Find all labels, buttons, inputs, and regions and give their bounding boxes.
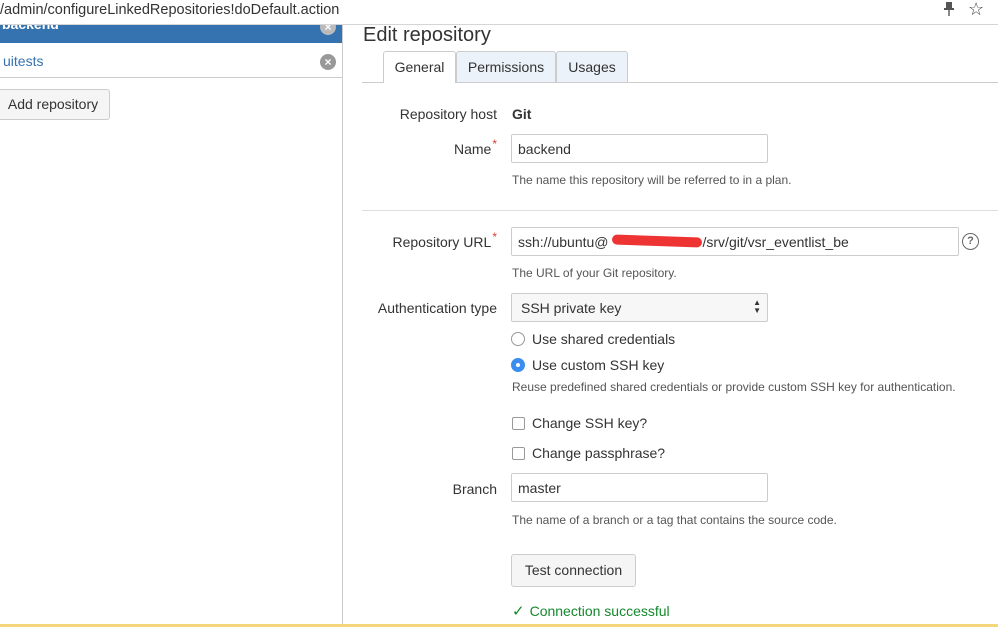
add-repository-button[interactable]: Add repository: [0, 89, 110, 120]
custom-ssh-key-label[interactable]: Use custom SSH key: [532, 357, 664, 373]
checkmark-icon: ✓: [512, 603, 525, 620]
change-passphrase-checkbox[interactable]: [512, 447, 525, 460]
sidebar-item-uitests[interactable]: uitests ×: [0, 45, 342, 78]
shared-credentials-label[interactable]: Use shared credentials: [532, 331, 675, 347]
sidebar-item-backend[interactable]: backend ×: [0, 25, 342, 43]
repository-url-description: The URL of your Git repository.: [512, 266, 677, 280]
remove-icon[interactable]: ×: [320, 54, 336, 70]
repository-sidebar: backend × uitests × Add repository: [0, 25, 343, 627]
radio-shared-credentials[interactable]: [511, 332, 525, 346]
authentication-type-value: SSH private key: [521, 300, 622, 316]
tab-general[interactable]: General: [383, 51, 456, 83]
remove-icon[interactable]: ×: [320, 25, 336, 35]
change-ssh-key-label[interactable]: Change SSH key?: [532, 415, 647, 431]
branch-description: The name of a branch or a tag that conta…: [512, 513, 837, 527]
name-field[interactable]: backend: [511, 134, 768, 163]
branch-label: Branch: [452, 481, 497, 497]
authentication-type-select[interactable]: SSH private key ▲ ▼: [511, 293, 768, 322]
tab-usages[interactable]: Usages: [556, 51, 628, 82]
tab-bar: General Permissions Usages: [362, 51, 998, 83]
required-marker: *: [492, 230, 497, 244]
help-icon[interactable]: ?: [962, 233, 979, 250]
change-passphrase-label[interactable]: Change passphrase?: [532, 445, 665, 461]
name-label-text: Name: [453, 141, 492, 157]
url-value-suffix: /srv/git/vsr_eventlist_be: [702, 234, 849, 250]
repository-url-label-text: Repository URL: [392, 234, 492, 250]
address-bar[interactable]: /admin/configureLinkedRepositories!doDef…: [0, 0, 998, 25]
repository-host-value: Git: [512, 106, 532, 122]
section-divider: [362, 210, 998, 211]
star-icon[interactable]: ☆: [968, 0, 984, 20]
pin-icon[interactable]: [943, 1, 955, 22]
select-arrows-icon: ▲ ▼: [753, 298, 761, 315]
authentication-type-label: Authentication type: [377, 300, 497, 316]
radio-custom-ssh-key[interactable]: [511, 358, 525, 372]
connection-status: ✓ Connection successful: [512, 602, 670, 620]
tab-permissions[interactable]: Permissions: [456, 51, 556, 82]
page-title: Edit repository: [363, 24, 491, 46]
name-label: Name*: [453, 137, 497, 157]
repository-host-label: Repository host: [399, 106, 497, 122]
sidebar-item-label[interactable]: uitests: [3, 53, 43, 69]
url-value-prefix: ssh://ubuntu@: [518, 234, 609, 250]
authentication-description: Reuse predefined shared credentials or p…: [512, 380, 956, 394]
change-ssh-key-checkbox[interactable]: [512, 417, 525, 430]
url-text[interactable]: /admin/configureLinkedRepositories!doDef…: [0, 2, 339, 18]
test-connection-button[interactable]: Test connection: [511, 554, 636, 587]
required-marker: *: [492, 137, 497, 151]
name-description: The name this repository will be referre…: [512, 173, 792, 187]
repository-url-field[interactable]: ssh://ubuntu@ /srv/git/vsr_eventlist_be: [511, 227, 959, 256]
repository-url-label: Repository URL*: [392, 230, 498, 250]
connection-status-text: Connection successful: [529, 603, 670, 619]
branch-field[interactable]: master: [511, 473, 768, 502]
sidebar-item-label[interactable]: backend: [2, 25, 59, 32]
